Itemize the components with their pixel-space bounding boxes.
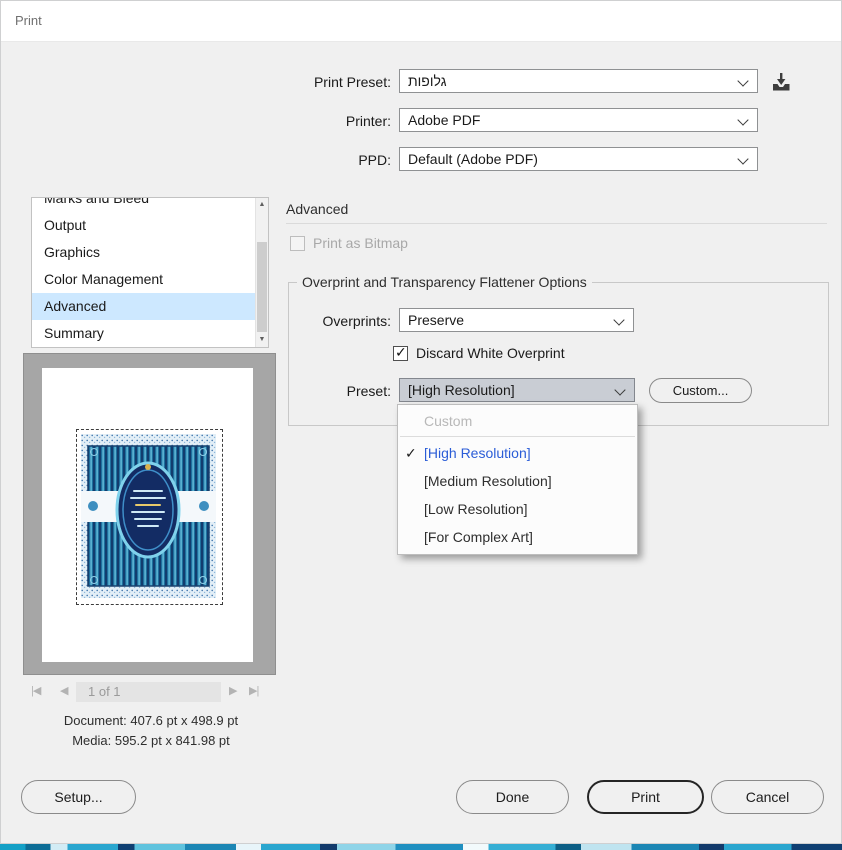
panel-header-rule (286, 223, 827, 224)
scroll-down-arrow-icon[interactable]: ▼ (256, 333, 268, 347)
print-sections-list: Marks and Bleed Output Graphics Color Ma… (31, 197, 269, 348)
checkbox-checked-icon: ✓ (393, 343, 408, 361)
overprints-value: Preserve (408, 312, 465, 328)
print-preset-dropdown[interactable]: גלופות (399, 69, 758, 93)
print-dialog: Print Print Preset: גלופות Printer: Adob… (0, 0, 842, 844)
menu-item-high-resolution[interactable]: ✓ [High Resolution] (398, 439, 637, 467)
chevron-down-icon (613, 314, 625, 326)
done-button[interactable]: Done (456, 780, 569, 814)
check-icon: ✓ (405, 445, 417, 461)
menu-item-low-resolution[interactable]: [Low Resolution] (398, 495, 637, 523)
sidebar-item-marks-and-bleed[interactable]: Marks and Bleed (32, 198, 268, 212)
chevron-down-icon (737, 114, 749, 126)
flattener-preset-dropdown[interactable]: [High Resolution] (399, 378, 635, 402)
printer-value: Adobe PDF (408, 112, 481, 128)
ppd-value: Default (Adobe PDF) (408, 151, 538, 167)
document-size: Document: 407.6 pt x 498.9 pt (63, 713, 239, 728)
save-preset-button[interactable] (769, 71, 793, 93)
group-legend: Overprint and Transparency Flattener Opt… (297, 274, 592, 290)
ppd-label: PPD: (358, 152, 391, 168)
chevron-down-icon (737, 153, 749, 165)
preview-page (42, 368, 253, 662)
print-as-bitmap-checkbox: Print as Bitmap (290, 235, 408, 251)
custom-button[interactable]: Custom... (649, 378, 752, 403)
print-button[interactable]: Print (587, 780, 704, 814)
title-bar: Print (1, 1, 841, 42)
printer-dropdown[interactable]: Adobe PDF (399, 108, 758, 132)
panel-header: Advanced (286, 201, 349, 217)
chevron-down-icon (614, 384, 626, 396)
flattener-preset-menu: Custom ✓ [High Resolution] [Medium Resol… (397, 404, 638, 555)
check-icon: ✓ (395, 343, 407, 360)
background-artwork-sliver (0, 844, 842, 850)
ppd-dropdown[interactable]: Default (Adobe PDF) (399, 147, 758, 171)
sidebar-item-summary[interactable]: Summary (32, 320, 268, 347)
media-size: Media: 595.2 pt x 841.98 pt (72, 733, 230, 748)
menu-item-for-complex-art[interactable]: [For Complex Art] (398, 523, 637, 551)
discard-white-overprint-label: Discard White Overprint (416, 345, 565, 361)
flattener-preset-value: [High Resolution] (408, 382, 515, 398)
save-preset-icon (773, 73, 790, 91)
print-preset-label: Print Preset: (313, 74, 391, 90)
discard-white-overprint-checkbox[interactable]: ✓ Discard White Overprint (393, 343, 565, 361)
artwork-preview (81, 434, 216, 598)
menu-separator (400, 436, 635, 437)
document-info: Document: 407.6 pt x 498.9 pt Media: 595… (11, 711, 291, 751)
checkbox-unchecked-icon (290, 235, 305, 251)
page-indicator: 1 of 1 (76, 682, 221, 702)
previous-page-icon: ◀ (60, 685, 69, 697)
sidebar-item-advanced[interactable]: Advanced (32, 293, 268, 320)
print-dialog-window: Print Print Preset: גלופות Printer: Adob… (0, 0, 842, 850)
overprints-label: Overprints: (322, 313, 391, 329)
cancel-button[interactable]: Cancel (711, 780, 824, 814)
scroll-up-arrow-icon[interactable]: ▲ (256, 198, 268, 212)
print-preset-value: גלופות (408, 73, 447, 89)
last-page-icon: ▶| (249, 685, 259, 697)
menu-item-custom: Custom (424, 413, 473, 429)
print-preview-area (23, 353, 276, 675)
next-page-icon: ▶ (229, 685, 238, 697)
first-page-icon: |◀ (31, 685, 41, 697)
page-navigation: |◀ ◀ 1 of 1 ▶ ▶| (23, 682, 276, 702)
print-as-bitmap-label: Print as Bitmap (313, 235, 408, 251)
menu-item-medium-resolution[interactable]: [Medium Resolution] (398, 467, 637, 495)
setup-button[interactable]: Setup... (21, 780, 136, 814)
flattener-preset-label: Preset: (346, 383, 391, 399)
overprints-dropdown[interactable]: Preserve (399, 308, 634, 332)
chevron-down-icon (737, 75, 749, 87)
printer-label: Printer: (345, 113, 391, 129)
sidebar-item-output[interactable]: Output (32, 212, 268, 239)
sidebar-item-graphics[interactable]: Graphics (32, 239, 268, 266)
window-title: Print (15, 13, 42, 28)
sidebar-item-color-management[interactable]: Color Management (32, 266, 268, 293)
